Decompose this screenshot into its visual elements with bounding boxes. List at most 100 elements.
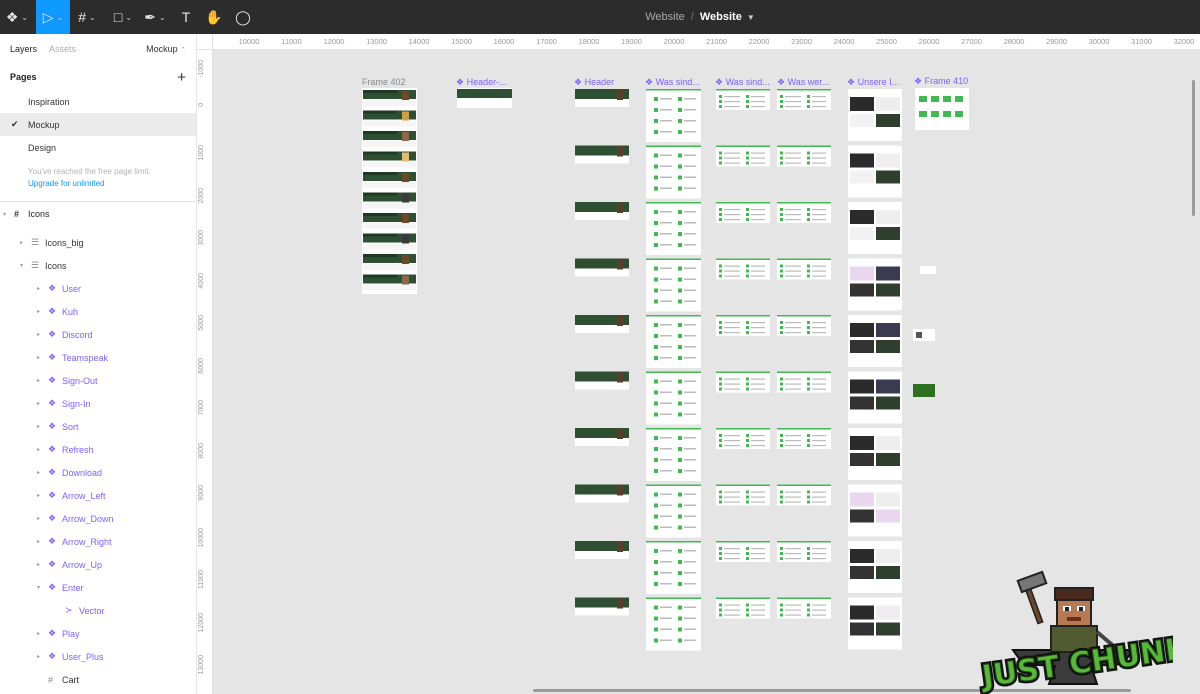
layer-item-cart[interactable]: # Cart <box>0 668 196 691</box>
layer-item-user[interactable]: ▸ ❖ User <box>0 277 196 300</box>
mockup-green-icon <box>807 105 810 108</box>
expand-caret-icon[interactable]: ▸ <box>37 331 40 338</box>
tab-layers[interactable]: Layers <box>10 44 37 54</box>
mockup-text-line <box>785 214 801 216</box>
mockup-green-icon <box>780 151 783 155</box>
frame-label[interactable]: ❖ Was sind... <box>645 77 700 88</box>
layer-item-icons[interactable]: ▾ ☰ Icons <box>0 254 196 277</box>
layer-item-vector[interactable]: ≻ Vector <box>0 599 196 622</box>
layer-item-refresh[interactable]: ▸ ❖ Refresh <box>0 438 196 461</box>
expand-caret-icon[interactable]: ▸ <box>20 239 23 246</box>
expand-caret-icon[interactable]: ▸ <box>37 446 40 453</box>
mockup-text-line <box>660 402 672 404</box>
expand-caret-icon[interactable]: ▸ <box>37 400 40 407</box>
upgrade-link[interactable]: Upgrade for unlimited <box>28 178 196 190</box>
frame-label[interactable]: ❖ Was sind... <box>715 77 770 88</box>
expand-caret-icon[interactable]: ▸ <box>37 653 40 660</box>
expand-caret-icon[interactable]: ▸ <box>37 538 40 545</box>
comment-tool-button[interactable]: ◯ <box>230 0 256 34</box>
layer-item-teamspeak[interactable]: ▸ ❖ Teamspeak <box>0 346 196 369</box>
layer-item-play[interactable]: ▸ ❖ Play <box>0 622 196 645</box>
expand-caret-icon[interactable]: ▸ <box>37 515 40 522</box>
frame-label-text: Was sind... <box>655 77 700 87</box>
frame-label[interactable]: ❖ Header-... <box>456 77 507 88</box>
hand-tool-button[interactable]: ✋ <box>202 0 226 34</box>
horizontal-ruler: 10000 11000 12000 13000 14000 15000 16000 17000… <box>213 34 1200 50</box>
layer-item-enter[interactable]: ▾ ❖ Enter <box>0 576 196 599</box>
mockup-text-line <box>660 154 672 156</box>
expand-caret-icon[interactable]: ▸ <box>37 469 40 476</box>
layer-item-discord[interactable]: ▸ ❖ Discord <box>0 323 196 346</box>
chevron-down-icon[interactable]: ▼ <box>747 13 755 22</box>
mockup-text-line <box>684 357 696 359</box>
project-name[interactable]: Website <box>645 11 685 23</box>
mockup-text-line <box>785 162 801 164</box>
ruler-tick-label: 5000 <box>198 315 205 331</box>
mockup-text-line <box>660 391 672 393</box>
mockup-text-line <box>684 448 696 450</box>
mockup-text-line <box>785 106 801 108</box>
mockup-screenshot <box>876 509 900 523</box>
frame-label[interactable]: ❖ Header <box>574 77 614 88</box>
move-tool-button[interactable]: ▷ ⌄ <box>36 0 70 34</box>
page-item-design[interactable]: Design <box>0 136 196 159</box>
mockup-text-line <box>660 606 672 608</box>
chevron-down-icon: ⌄ <box>21 12 29 22</box>
frame-label[interactable]: ❖ Unsere I... <box>847 77 899 88</box>
expand-caret-icon[interactable]: ▸ <box>37 354 40 361</box>
layer-item-arrow-left[interactable]: ▸ ❖ Arrow_Left <box>0 484 196 507</box>
mockup-text-line <box>751 604 765 606</box>
mockup-accent-line <box>716 597 770 599</box>
layer-item-icons[interactable]: ▾ # Icons <box>0 202 196 226</box>
add-page-icon[interactable]: + <box>177 69 186 86</box>
collapse-caret-icon[interactable]: ▾ <box>20 262 23 269</box>
text-tool-button[interactable]: T <box>174 0 198 34</box>
frame-tool-button[interactable]: # ⌄ <box>72 0 102 34</box>
layer-item-sort[interactable]: ▸ ❖ Sort <box>0 415 196 438</box>
collapse-caret-icon[interactable]: ▾ <box>37 584 40 591</box>
layer-item-arrow-up[interactable]: ▸ ❖ Arrow_Up <box>0 553 196 576</box>
shape-tool-button[interactable]: □ ⌄ <box>108 0 138 34</box>
vertical-scrollbar[interactable] <box>1192 80 1195 216</box>
mockup-green-icon <box>746 603 749 607</box>
layer-item-download[interactable]: ▸ ❖ Download <box>0 461 196 484</box>
collapse-caret-icon[interactable]: ▾ <box>3 211 6 218</box>
page-item-mockup[interactable]: ✔ Mockup <box>0 113 196 136</box>
file-name[interactable]: Website <box>700 11 742 23</box>
expand-caret-icon[interactable]: ▸ <box>37 285 40 292</box>
frame-label[interactable]: Frame 402 <box>362 77 406 87</box>
canvas[interactable]: Frame 402 ❖ Header-... ❖ Header ❖ Was sind.… <box>197 34 1200 694</box>
mockup-green-icon <box>719 151 722 155</box>
tab-assets[interactable]: Assets <box>49 44 76 54</box>
page-item-inspiration[interactable]: Inspiration <box>0 90 196 113</box>
expand-caret-icon[interactable]: ▸ <box>37 308 40 315</box>
expand-caret-icon[interactable]: ▸ <box>37 492 40 499</box>
mockup-accent-line <box>777 484 831 486</box>
frame-label-text: Unsere I... <box>857 77 900 87</box>
mockup-character <box>402 91 409 101</box>
mockup-green-icon <box>678 582 682 586</box>
file-breadcrumb[interactable]: Website / Website ▼ <box>560 0 840 34</box>
frame-label[interactable]: ❖ Frame 410 <box>914 76 968 87</box>
component-icon: ❖ <box>48 651 57 661</box>
layer-item-icons-big[interactable]: ▸ ☰ Icons_big <box>0 231 196 254</box>
pen-tool-icon: ✒ <box>144 8 157 25</box>
main-menu-button[interactable]: ❖ ⌄ <box>0 0 34 34</box>
layer-item-arrow-right[interactable]: ▸ ❖ Arrow_Right <box>0 530 196 553</box>
layer-item-kuh[interactable]: ▸ ❖ Kuh <box>0 300 196 323</box>
expand-caret-icon[interactable]: ▸ <box>37 561 40 568</box>
frame-label[interactable]: ❖ Was wer... <box>777 77 829 88</box>
layer-item-sign-in[interactable]: ▸ ❖ Sign-In <box>0 392 196 415</box>
mockup-screenshot <box>850 566 874 579</box>
expand-caret-icon[interactable]: ▸ <box>37 630 40 637</box>
expand-caret-icon[interactable]: ▸ <box>37 377 40 384</box>
just-chunks-logo: JUST CHUNKS JUST CHUNKS <box>975 570 1173 694</box>
expand-caret-icon[interactable]: ▸ <box>37 423 40 430</box>
pen-tool-button[interactable]: ✒ ⌄ <box>140 0 170 34</box>
layer-item-user-plus[interactable]: ▸ ❖ User_Plus <box>0 645 196 668</box>
current-page-selector[interactable]: Mockup ⌃ <box>146 44 186 54</box>
frame-thumbnail <box>646 428 701 481</box>
mockup-text-line <box>684 402 696 404</box>
layer-item-sign-out[interactable]: ▸ ❖ Sign-Out <box>0 369 196 392</box>
layer-item-arrow-down[interactable]: ▸ ❖ Arrow_Down <box>0 507 196 530</box>
